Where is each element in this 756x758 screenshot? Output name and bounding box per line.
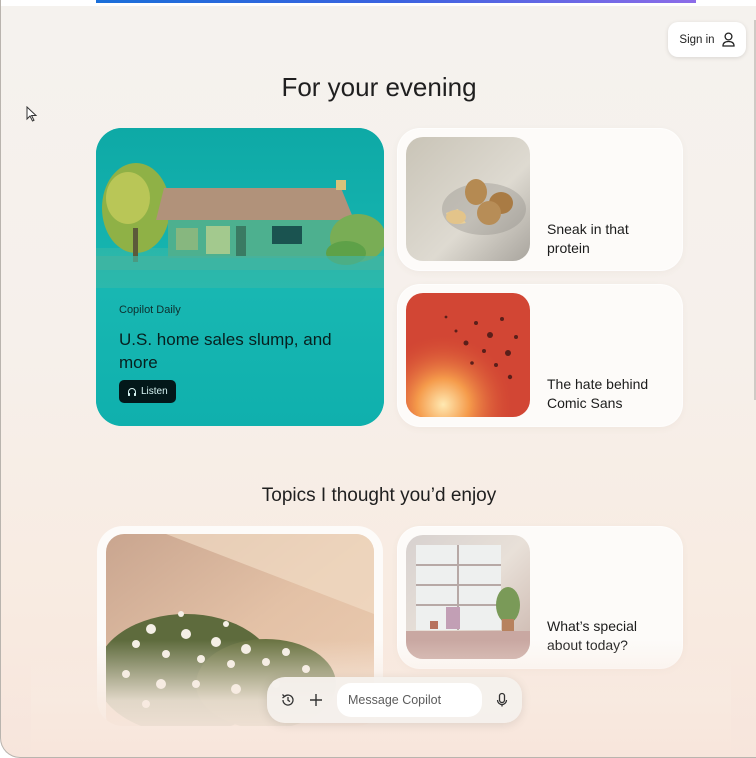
card-title: The hate behind Comic Sans: [547, 376, 649, 411]
message-input[interactable]: [337, 683, 482, 717]
listen-label: Listen: [141, 386, 168, 397]
card-protein[interactable]: Sneak in that protein: [398, 129, 682, 270]
nuts-image: [406, 137, 530, 261]
microphone-button[interactable]: [492, 690, 512, 710]
history-icon: [282, 694, 294, 706]
hero-kicker: Copilot Daily: [119, 304, 181, 316]
card-special-today[interactable]: What’s special about today?: [398, 527, 682, 668]
card-comic-sans[interactable]: The hate behind Comic Sans: [398, 285, 682, 426]
add-button[interactable]: [306, 690, 326, 710]
accent-progress-bar: [96, 0, 696, 3]
card-title: Sneak in that protein: [547, 221, 629, 256]
sparks-image: [406, 293, 530, 417]
copilot-window: Sign in For your evening Copilot Daily U…: [0, 0, 756, 758]
hero-title: U.S. home sales slump, and more: [119, 330, 332, 372]
headphones-icon: [128, 387, 136, 396]
plus-icon: [310, 694, 322, 706]
sign-in-label: Sign in: [679, 33, 715, 46]
history-button[interactable]: [278, 690, 298, 710]
microphone-icon: [496, 692, 508, 707]
section-title-topics: Topics I thought you’d enjoy: [261, 485, 497, 506]
section-title-evening: For your evening: [281, 72, 477, 102]
card-title: What’s special about today?: [547, 618, 638, 653]
window-room-image: [406, 535, 530, 659]
copilot-daily-hero-card[interactable]: Copilot Daily U.S. home sales slump, and…: [96, 128, 384, 426]
mouse-cursor-icon: [26, 106, 38, 122]
person-icon: [721, 32, 735, 47]
listen-button[interactable]: Listen: [119, 380, 176, 403]
message-composer: [267, 677, 522, 723]
sign-in-button[interactable]: Sign in: [668, 22, 746, 57]
